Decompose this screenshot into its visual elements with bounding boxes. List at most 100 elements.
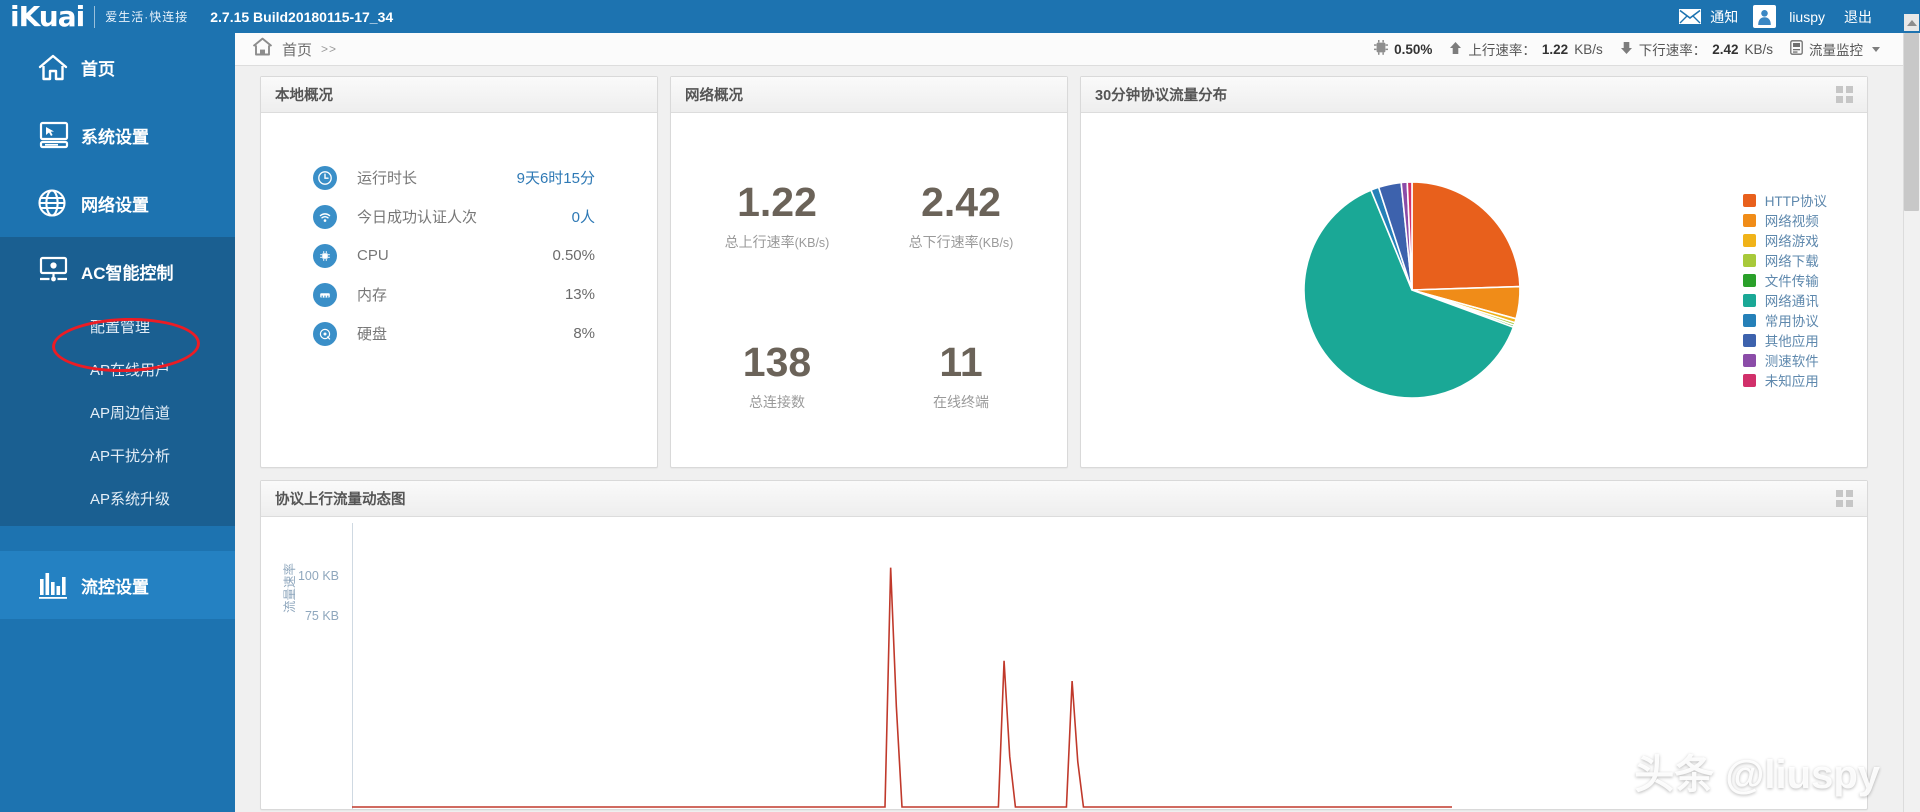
sidebar-item-system-settings[interactable]: 系统设置 [0,101,235,169]
legend-item[interactable]: 文件传输 [1742,270,1827,290]
panel-header: 协议上行流量动态图 [261,481,1867,517]
panel-grid-toggle-button[interactable] [1836,490,1853,507]
legend-color-swatch [1742,333,1756,347]
pie-chart-legend: HTTP协议 网络视频 网络游戏网络下载文件传输网络通讯常用协议 其他应用测速软件未知… [1742,190,1867,390]
sidebar-item-network-settings[interactable]: 网络设置 [0,169,235,237]
panel-title: 30分钟协议流量分布 [1095,88,1228,104]
sidebar-item-ac-smart-control[interactable]: AC智能控制 [0,237,235,305]
sidebar-submenu-ac: 配置管理 AP在线用户 AP周边信道 AP干扰分析 AP系统升级 [0,305,235,526]
legend-item[interactable]: 网络通讯 [1742,290,1827,310]
memory-icon [313,282,337,307]
logout-link[interactable]: 退出 [1844,7,1872,27]
legend-color-swatch [1742,353,1756,367]
panel-grid-toggle-button[interactable] [1836,86,1853,103]
legend-item[interactable]: 常用协议 [1742,310,1827,330]
sidebar-item-label: 网络设置 [81,195,149,215]
panel-body: HTTP协议 网络视频 网络游戏网络下载文件传输网络通讯常用协议 其他应用测速软件未知… [1081,113,1867,467]
logo-divider [94,5,96,28]
sidebar-subitem-label: AP周边信道 [90,405,171,422]
legend-color-swatch [1742,213,1756,227]
brand-slogan: 爱生活·快连接 [105,10,189,24]
legend-label: 测速软件 [1764,354,1819,369]
panel-header: 30分钟协议流量分布 [1081,77,1867,113]
sidebar-subitem-label: 配置管理 [90,319,151,336]
sidebar-subitem-ap-interference-analysis[interactable]: AP干扰分析 [0,434,235,477]
list-item-value: 8% [573,325,595,342]
status-cpu: 0.50% [1374,40,1432,58]
stat-value: 1.22 [737,179,817,225]
panel-body: 流量速率 100 KB 75 KB [261,517,1867,809]
panel-header: 网络概况 [671,77,1067,113]
status-upload-label: 上行速率： [1468,43,1536,58]
list-item: CPU 0.50% [313,236,595,275]
stat-total-upload: 1.22 总上行速率(KB/s) [685,137,869,297]
status-indicators: 0.50% 上行速率： 1.22 KB/s 下行速率： 2.42 KB/s 流量… [1374,39,1920,59]
list-item-value: 9天6时15分 [516,170,595,187]
cpu-icon [313,243,337,268]
legend-item[interactable]: 网络下载 [1742,250,1827,270]
status-download-rate: 下行速率： 2.42 KB/s [1620,39,1773,59]
legend-item[interactable]: 网络视频 [1742,210,1827,230]
list-item-value: 0.50% [552,247,595,264]
traffic-line-chart-svg [352,567,1452,808]
legend-item[interactable]: 未知应用 [1742,370,1827,390]
main-sidebar: 首页 系统设置 网络设置 AC智能控制 配置管理 AP在线用户 AP周边信道 A… [0,33,235,812]
legend-item[interactable]: HTTP协议 [1742,190,1827,210]
breadcrumb[interactable]: 首页 >> [235,37,337,61]
legend-label: 未知应用 [1764,374,1819,389]
stat-total-download: 2.42 总下行速率(KB/s) [869,137,1053,297]
mail-icon[interactable] [1679,9,1702,24]
panel-body: 运行时长 9天6时15分 今日成功认证人次 0人 CPU 0.50% 内存 13… [261,113,657,353]
user-avatar-icon[interactable] [1753,5,1777,28]
page-scrollbar[interactable] [1903,14,1920,812]
main-content: 本地概况 运行时长 9天6时15分 今日成功认证人次 0人 CPU 0.50% … [235,66,1920,812]
breadcrumb-bar: 首页 >> 0.50% 上行速率： 1.22 KB/s 下行速率： 2.42 K… [235,33,1920,66]
panel-title: 协议上行流量动态图 [275,492,406,508]
sidebar-item-label: 系统设置 [81,127,149,147]
legend-item[interactable]: 测速软件 [1742,350,1827,370]
status-upload-rate: 上行速率： 1.22 KB/s [1449,39,1603,59]
pie-chart-area: HTTP协议 网络视频 网络游戏网络下载文件传输网络通讯常用协议 其他应用测速软件未知… [1081,113,1867,467]
list-item: 今日成功认证人次 0人 [313,197,595,236]
chart-y-tick: 75 KB [304,609,339,623]
status-cpu-value: 0.50% [1394,41,1433,57]
brand-logo[interactable]: iKuai 爱生活·快连接 [0,0,189,33]
legend-color-swatch [1742,313,1756,327]
notifications-link[interactable]: 通知 [1710,7,1738,27]
panel-protocol-upload-dynamic-chart: 协议上行流量动态图 流量速率 100 KB 75 KB [260,480,1868,810]
panel-body: 1.22 总上行速率(KB/s) 2.42 总下行速率(KB/s) 138 总连… [671,113,1067,467]
ac-monitor-icon [37,256,81,286]
logo-text: iKuai [10,0,85,33]
list-item-value: 0人 [571,209,595,226]
sidebar-subitem-config-management[interactable]: 配置管理 [0,305,235,348]
sidebar-item-label: 首页 [81,59,115,79]
legend-color-swatch [1742,293,1756,307]
scrollbar-up-arrow-icon[interactable] [1904,14,1919,31]
bar-chart-icon [37,570,81,600]
legend-label: 网络通讯 [1764,294,1819,309]
sidebar-subitem-ap-online-users[interactable]: AP在线用户 [0,348,235,391]
chart-y-tick: 100 KB [297,569,339,583]
list-item: 内存 13% [313,275,595,314]
pie-slice[interactable] [1411,181,1521,291]
sidebar-item-flow-control[interactable]: 流控设置 [0,551,235,619]
sidebar-subitem-label: AP干扰分析 [90,448,171,465]
legend-color-swatch [1742,273,1756,287]
legend-label: HTTP协议 [1764,194,1827,209]
stat-online-terminals: 11 在线终端 [869,297,1053,457]
scrollbar-thumb[interactable] [1904,33,1919,211]
legend-label: 文件传输 [1764,274,1819,289]
home-icon [252,37,273,61]
sidebar-subitem-ap-nearby-channels[interactable]: AP周边信道 [0,391,235,434]
traffic-monitor-dropdown[interactable]: 流量监控 [1790,39,1880,59]
legend-item[interactable]: 网络游戏 [1742,230,1827,250]
stat-caption: 总连接数 [749,394,805,410]
sidebar-item-home[interactable]: 首页 [0,33,235,101]
panel-protocol-traffic-distribution: 30分钟协议流量分布 HTTP协议 网络视频 网络游戏网络下载文件传输网络通讯常用协… [1080,76,1868,468]
sidebar-subitem-ap-system-upgrade[interactable]: AP系统升级 [0,477,235,520]
legend-label: 网络下载 [1764,254,1819,269]
dashboard-bottom-row: 协议上行流量动态图 流量速率 100 KB 75 KB [235,468,1920,810]
user-name-label: liuspy [1789,8,1825,25]
legend-item[interactable]: 其他应用 [1742,330,1827,350]
legend-label: 常用协议 [1764,314,1819,329]
